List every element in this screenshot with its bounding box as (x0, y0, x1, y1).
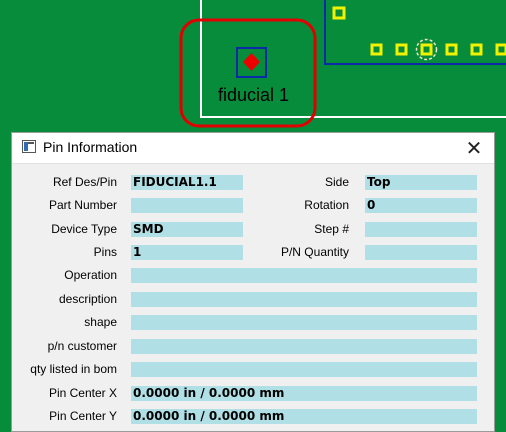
pad[interactable] (370, 43, 383, 56)
field-step[interactable] (365, 222, 477, 237)
fiducial-diamond-icon[interactable] (243, 53, 260, 71)
label-step: Step # (314, 222, 349, 236)
label-pn-quantity: P/N Quantity (280, 245, 349, 259)
label-operation: Operation (64, 268, 117, 282)
field-description[interactable] (131, 292, 477, 307)
label-pn-customer: p/n customer (47, 339, 117, 353)
pad[interactable] (395, 43, 408, 56)
label-ref-des-pin: Ref Des/Pin (52, 175, 117, 189)
dialog-title: Pin Information (43, 139, 138, 155)
field-qty-listed-in-bom[interactable] (131, 362, 477, 377)
label-side: Side (324, 175, 349, 189)
pin-information-dialog: Pin Information ✕ Ref Des/Pin FIDUCIAL1.… (11, 132, 495, 432)
label-pin-center-x: Pin Center X (48, 386, 117, 400)
field-ref-des-pin[interactable]: FIDUCIAL1.1 (131, 175, 243, 190)
label-pins: Pins (93, 245, 117, 259)
fiducial-label: fiducial 1 (218, 85, 289, 105)
field-pins[interactable]: 1 (131, 245, 243, 260)
pad[interactable] (445, 43, 458, 56)
field-rotation[interactable]: 0 (365, 198, 477, 213)
label-rotation: Rotation (304, 198, 349, 212)
field-device-type[interactable]: SMD (131, 222, 243, 237)
field-pn-quantity[interactable] (365, 245, 477, 260)
field-shape[interactable] (131, 315, 477, 330)
dialog-titlebar[interactable]: Pin Information ✕ (12, 133, 494, 163)
label-part-number: Part Number (48, 198, 117, 212)
pad[interactable] (470, 43, 483, 56)
label-shape: shape (84, 315, 117, 329)
label-description: description (58, 292, 117, 306)
close-icon[interactable]: ✕ (454, 133, 494, 163)
label-device-type: Device Type (51, 222, 117, 236)
field-pn-customer[interactable] (131, 339, 477, 354)
field-pin-center-x[interactable]: 0.0000 in / 0.0000 mm (131, 386, 477, 401)
label-qty-listed-in-bom: qty listed in bom (30, 362, 117, 376)
window-app-icon (22, 140, 36, 153)
pad[interactable] (420, 43, 433, 56)
field-operation[interactable] (131, 268, 477, 283)
field-pin-center-y[interactable]: 0.0000 in / 0.0000 mm (131, 409, 477, 424)
field-side[interactable]: Top (365, 175, 477, 190)
pad[interactable] (495, 43, 506, 56)
selected-pad-marker (415, 38, 438, 61)
label-pin-center-y: Pin Center Y (49, 409, 117, 423)
pad[interactable] (332, 6, 346, 20)
field-part-number[interactable] (131, 198, 243, 213)
pin-info-panel: Ref Des/Pin FIDUCIAL1.1 Part Number Devi… (12, 163, 494, 431)
